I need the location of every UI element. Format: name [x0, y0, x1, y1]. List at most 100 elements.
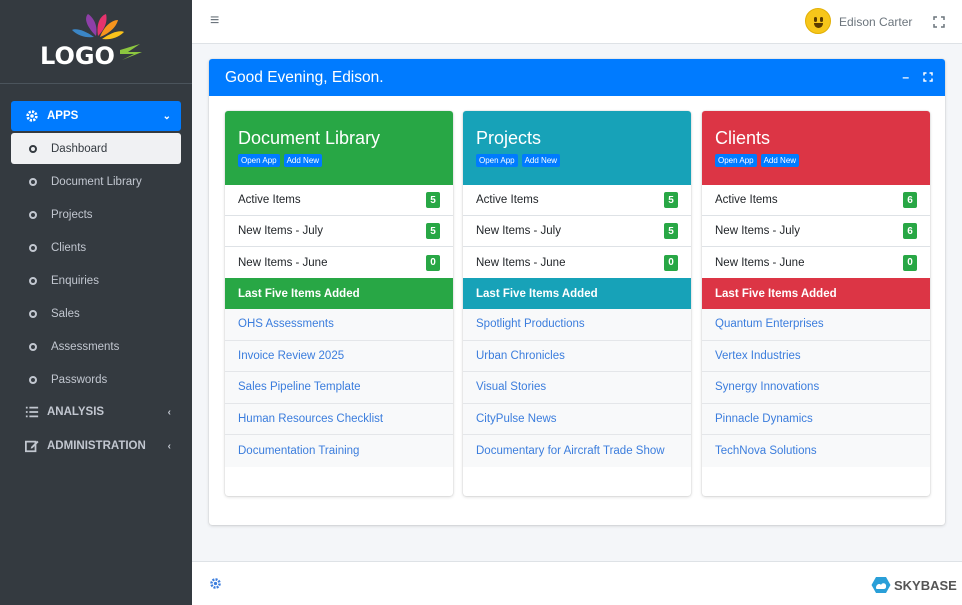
stat-label: New Items - June: [476, 256, 566, 269]
edit-icon: [25, 440, 39, 453]
count-badge: 6: [903, 192, 917, 208]
list-item[interactable]: Documentation Training: [225, 435, 453, 467]
user-name[interactable]: Edison Carter: [839, 15, 912, 29]
app-card-title: Projects: [476, 128, 542, 148]
skybase-logo-icon: [871, 577, 891, 593]
last-items-header: Last Five Items Added: [702, 278, 930, 309]
list-item[interactable]: Synergy Innovations: [702, 372, 930, 404]
sidebar-item-clients[interactable]: Clients: [11, 232, 181, 263]
minimize-icon[interactable]: –: [902, 70, 909, 84]
sidebar-item-assessments[interactable]: Assessments: [11, 331, 181, 362]
list-item[interactable]: Quantum Enterprises: [702, 309, 930, 341]
stat-label: Active Items: [476, 194, 539, 206]
count-badge: 0: [664, 254, 678, 271]
circle-icon: [29, 177, 37, 186]
app-card-clients: Clients Open App Add New Active Items 6 N…: [702, 111, 930, 496]
circle-icon: [29, 210, 37, 219]
list-item[interactable]: Invoice Review 2025: [225, 340, 453, 372]
footer: SKYBASE: [192, 561, 962, 605]
stat-label: New Items - July: [715, 225, 800, 237]
logo-text: LOGO: [40, 42, 115, 70]
sidebar-item-enquiries[interactable]: Enquiries: [11, 265, 181, 296]
list-item[interactable]: TechNova Solutions: [702, 435, 930, 467]
list-item[interactable]: OHS Assessments: [225, 309, 453, 341]
list-item[interactable]: Spotlight Productions: [463, 309, 691, 341]
count-badge: 0: [903, 254, 917, 271]
list-item[interactable]: Pinnacle Dynamics: [702, 403, 930, 435]
app-card-projects: Projects Open App Add New Active Items 5 …: [463, 111, 691, 496]
dashboard-card: Good Evening, Edison. – Document Library…: [209, 59, 945, 525]
nav-group-label: APPS: [47, 110, 79, 122]
nav-group-apps[interactable]: APPS ⌄: [11, 101, 181, 131]
expand-icon[interactable]: [923, 72, 933, 82]
list-item[interactable]: Vertex Industries: [702, 340, 930, 372]
sidebar-item-label: Passwords: [51, 373, 108, 386]
list-item[interactable]: Documentary for Aircraft Trade Show: [463, 435, 691, 467]
sidebar-item-projects[interactable]: Projects: [11, 199, 181, 230]
sidebar-item-label: Projects: [51, 208, 93, 221]
stat-row: Active Items 5: [463, 185, 691, 216]
last-items-header: Last Five Items Added: [463, 278, 691, 309]
count-badge: 5: [664, 192, 678, 208]
sidebar-item-label: Assessments: [51, 340, 120, 353]
count-badge: 5: [664, 223, 678, 239]
list-item[interactable]: Human Resources Checklist: [225, 403, 453, 435]
stat-label: New Items - June: [238, 256, 328, 269]
circle-icon: [29, 309, 37, 318]
app-card-header: Projects Open App Add New: [463, 111, 691, 185]
circle-icon: [29, 144, 37, 153]
app-card-title: Clients: [715, 128, 771, 148]
nav-group-label: ANALYSIS: [47, 406, 105, 418]
stat-row: New Items - June 0: [463, 247, 691, 278]
stat-label: New Items - July: [238, 225, 323, 237]
sidebar: LOGO APPS ⌄ Dashboard Document Library P…: [0, 0, 192, 605]
list-item[interactable]: Urban Chronicles: [463, 340, 691, 372]
circle-icon: [29, 243, 37, 252]
circle-icon: [29, 276, 37, 285]
count-badge: 5: [426, 192, 440, 208]
gear-icon[interactable]: [209, 577, 222, 590]
last-items-header: Last Five Items Added: [225, 278, 453, 309]
sidebar-item-dashboard[interactable]: Dashboard: [11, 133, 181, 164]
open-app-button[interactable]: Open App: [715, 154, 757, 167]
footer-brand: SKYBASE: [871, 576, 957, 594]
sidebar-item-passwords[interactable]: Passwords: [11, 364, 181, 395]
avatar[interactable]: [805, 8, 831, 34]
open-app-button[interactable]: Open App: [476, 154, 518, 167]
stat-row: Active Items 6: [702, 185, 930, 216]
nav-group-analysis[interactable]: ANALYSIS ‹: [11, 397, 181, 427]
count-badge: 5: [426, 223, 440, 239]
sidebar-item-label: Document Library: [51, 175, 142, 188]
list-item[interactable]: CityPulse News: [463, 403, 691, 435]
app-card-document-library: Document Library Open App Add New Active…: [225, 111, 453, 496]
sidebar-item-label: Sales: [51, 307, 80, 320]
sidebar-item-sales[interactable]: Sales: [11, 298, 181, 329]
list-item[interactable]: Visual Stories: [463, 372, 691, 404]
circle-icon: [29, 375, 37, 384]
sidebar-item-label: Clients: [51, 241, 87, 254]
brand[interactable]: LOGO: [0, 0, 192, 84]
greeting: Good Evening, Edison.: [225, 68, 384, 86]
expand-icon[interactable]: [933, 16, 945, 28]
count-badge: 6: [903, 223, 917, 239]
open-app-button[interactable]: Open App: [238, 154, 280, 167]
chevron-down-icon: ⌄: [162, 110, 171, 122]
add-new-button[interactable]: Add New: [521, 154, 561, 167]
app-card-header: Clients Open App Add New: [702, 111, 930, 185]
logo: LOGO: [40, 14, 142, 70]
chevron-left-icon: ‹: [167, 406, 171, 418]
sidebar-item-document-library[interactable]: Document Library: [11, 166, 181, 197]
nav-group-administration[interactable]: ADMINISTRATION ‹: [11, 431, 181, 461]
add-new-button[interactable]: Add New: [283, 154, 323, 167]
app-card-header: Document Library Open App Add New: [225, 111, 453, 185]
circle-icon: [29, 342, 37, 351]
chevron-left-icon: ‹: [167, 440, 171, 452]
sidebar-item-label: Dashboard: [51, 142, 108, 155]
add-new-button[interactable]: Add New: [760, 154, 800, 167]
app-card-title: Document Library: [238, 128, 381, 148]
footer-brand-text: SKYBASE: [894, 577, 957, 593]
hamburger-icon[interactable]: ≡: [210, 13, 219, 29]
stat-row: New Items - June 0: [702, 247, 930, 278]
list-item[interactable]: Sales Pipeline Template: [225, 372, 453, 404]
stat-row: New Items - July 5: [225, 216, 453, 247]
